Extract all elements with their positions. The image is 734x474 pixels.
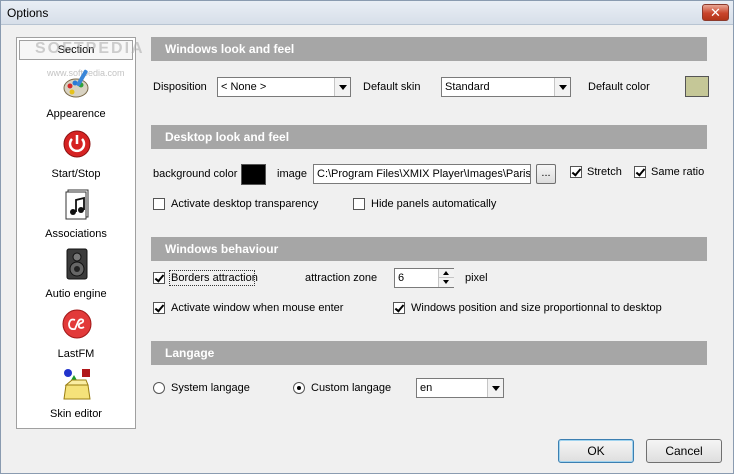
cancel-button[interactable]: Cancel xyxy=(646,439,722,463)
close-icon: ✕ xyxy=(710,5,721,20)
custom-langage-value: en xyxy=(420,382,433,394)
sidebar-item-label: Associations xyxy=(45,228,107,240)
sidebar-item-appearence[interactable]: Appearence xyxy=(19,66,133,124)
power-icon xyxy=(63,130,91,158)
desktop-transparency-checkbox[interactable] xyxy=(153,198,165,210)
same-ratio-label: Same ratio xyxy=(651,166,705,178)
stretch-label: Stretch xyxy=(587,166,622,178)
chevron-down-icon[interactable] xyxy=(439,278,454,287)
section-list[interactable]: Section SOFTPEDIA www.softpedia.com Appe… xyxy=(16,37,143,429)
activate-window-checkbox[interactable] xyxy=(153,302,165,314)
palette-brush-icon xyxy=(63,69,89,98)
custom-langage-label: Custom langage xyxy=(311,382,392,394)
custom-langage-radio[interactable] xyxy=(293,382,305,394)
sidebar-item-label: Skin editor xyxy=(50,408,102,420)
background-color-swatch[interactable] xyxy=(241,164,266,185)
image-path-input[interactable]: C:\Program Files\XMIX Player\Images\Pari… xyxy=(313,164,531,184)
sidebar-item-associations[interactable]: Associations xyxy=(19,186,133,244)
music-file-icon xyxy=(65,189,89,220)
default-color-swatch[interactable] xyxy=(685,76,709,97)
proportional-position-checkbox[interactable] xyxy=(393,302,405,314)
shapes-box-icon xyxy=(63,369,91,400)
chevron-down-icon[interactable] xyxy=(334,78,350,96)
default-skin-value: Standard xyxy=(445,81,490,93)
ok-button[interactable]: OK xyxy=(558,439,634,463)
system-langage-radio[interactable] xyxy=(153,382,165,394)
sidebar-item-label: Appearence xyxy=(46,108,106,120)
borders-attraction-label: Borders attraction xyxy=(171,272,258,284)
disposition-select[interactable]: < None > xyxy=(217,77,351,97)
default-skin-select[interactable]: Standard xyxy=(441,77,571,97)
sidebar-item-start-stop[interactable]: Start/Stop xyxy=(19,126,133,184)
pixel-label: pixel xyxy=(465,272,488,284)
section-header-windows-look: Windows look and feel xyxy=(151,37,707,61)
title-bar[interactable]: Options ✕ xyxy=(1,1,733,25)
hide-panels-checkbox[interactable] xyxy=(353,198,365,210)
sidebar-item-lastfm[interactable]: LastFM xyxy=(19,306,133,364)
section-header-langage: Langage xyxy=(151,341,707,365)
sidebar-item-label: Autio engine xyxy=(45,288,107,300)
desktop-transparency-label: Activate desktop transparency xyxy=(171,198,319,210)
same-ratio-checkbox[interactable] xyxy=(634,166,646,178)
sidebar-item-label: Start/Stop xyxy=(51,168,101,180)
window-title: Options xyxy=(7,6,49,20)
activate-window-label: Activate window when mouse enter xyxy=(171,302,344,314)
disposition-value: < None > xyxy=(221,81,267,93)
attraction-zone-spinner[interactable]: 6 xyxy=(394,268,454,288)
browse-button[interactable]: ... xyxy=(536,164,556,184)
section-header-desktop-look: Desktop look and feel xyxy=(151,125,707,149)
system-langage-label: System langage xyxy=(171,382,250,394)
chevron-down-icon[interactable] xyxy=(487,379,503,397)
section-list-header: Section xyxy=(19,40,133,60)
attraction-zone-value: 6 xyxy=(398,272,405,284)
chevron-down-icon[interactable] xyxy=(554,78,570,96)
spinner-buttons xyxy=(438,269,454,287)
chevron-up-icon[interactable] xyxy=(439,269,454,278)
proportional-position-label: Windows position and size proportionnal … xyxy=(411,302,662,314)
options-window: Options ✕ Section SOFTPEDIA www.softpedi… xyxy=(0,0,734,474)
sidebar-item-label: LastFM xyxy=(57,348,95,360)
borders-attraction-checkbox[interactable] xyxy=(153,272,165,284)
stretch-checkbox[interactable] xyxy=(570,166,582,178)
disposition-label: Disposition xyxy=(153,81,207,93)
custom-langage-select[interactable]: en xyxy=(416,378,504,398)
sidebar-item-autio-engine[interactable]: Autio engine xyxy=(19,246,133,304)
default-skin-label: Default skin xyxy=(363,81,421,93)
hide-panels-label: Hide panels automatically xyxy=(371,198,497,210)
speaker-icon xyxy=(66,248,88,280)
sidebar-item-skin-editor[interactable]: Skin editor xyxy=(19,366,133,424)
default-color-label: Default color xyxy=(588,81,650,93)
background-color-label: background color xyxy=(153,168,238,180)
lastfm-icon xyxy=(62,309,92,339)
image-label: image xyxy=(277,168,307,180)
image-path-value: C:\Program Files\XMIX Player\Images\Pari… xyxy=(317,168,531,180)
section-header-windows-behaviour: Windows behaviour xyxy=(151,237,707,261)
attraction-zone-label: attraction zone xyxy=(305,272,378,284)
close-button[interactable]: ✕ xyxy=(702,4,729,21)
